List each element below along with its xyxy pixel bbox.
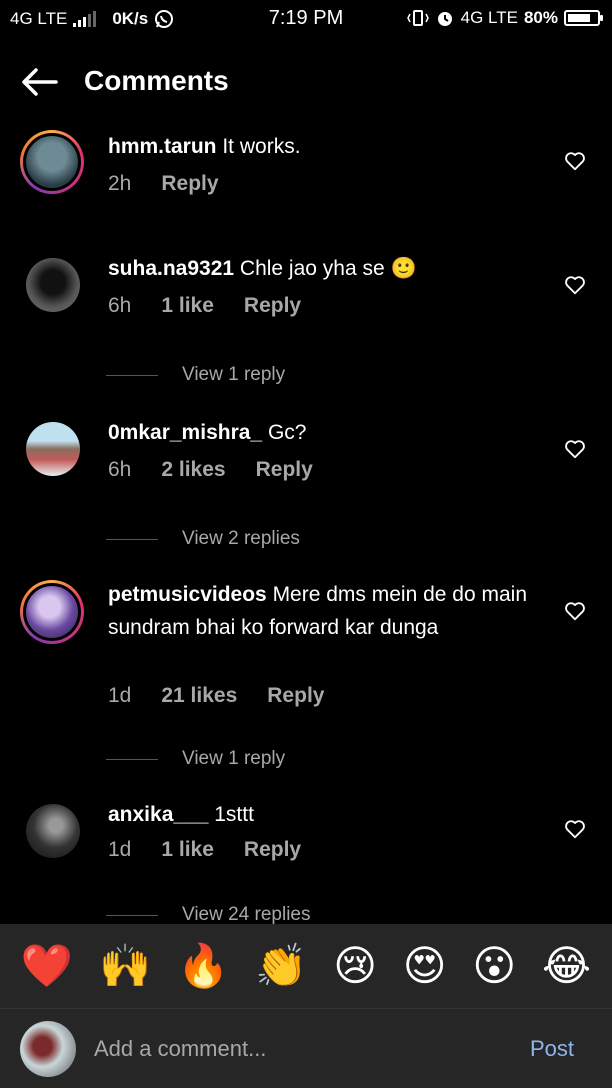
post-button[interactable]: Post <box>530 1036 574 1062</box>
reaction-raising-hands-button[interactable]: 🙌 <box>99 945 151 987</box>
reply-button[interactable]: Reply <box>267 684 324 708</box>
like-heart-icon[interactable] <box>564 274 586 296</box>
comment-text: hmm.tarun It works. <box>108 130 528 163</box>
battery-percent: 80% <box>523 8 558 27</box>
reaction-crying-face-button[interactable]: 😢 <box>333 945 377 987</box>
comment-username[interactable]: suha.na9321 <box>108 257 234 280</box>
like-count[interactable]: 2 likes <box>161 458 225 482</box>
comment-text: petmusicvideos Mere dms mein de do main … <box>108 578 528 644</box>
divider <box>106 538 158 540</box>
comment-username[interactable]: 0mkar_mishra_ <box>108 421 262 444</box>
view-replies-button[interactable]: View 2 replies <box>106 528 300 550</box>
divider <box>106 374 158 376</box>
back-button[interactable] <box>18 60 62 104</box>
comment-meta: 6h 1 like Reply <box>108 294 301 318</box>
like-count[interactable]: 21 likes <box>161 684 237 708</box>
comment-meta: 1d 1 like Reply <box>108 838 301 862</box>
comment-body: Chle jao yha se 🙂 <box>234 257 417 280</box>
avatar[interactable] <box>20 130 84 194</box>
comment-time: 6h <box>108 294 132 317</box>
reply-button[interactable]: Reply <box>244 838 301 862</box>
divider <box>106 758 158 760</box>
comment-username[interactable]: anxika___ <box>108 803 208 826</box>
page-title: Comments <box>84 65 229 96</box>
like-heart-icon[interactable] <box>564 600 586 622</box>
avatar[interactable] <box>26 258 80 312</box>
reply-button[interactable]: Reply <box>256 458 313 482</box>
comment-text: anxika___ 1sttt <box>108 798 528 831</box>
like-count[interactable]: 1 like <box>161 838 214 862</box>
reply-button[interactable]: Reply <box>244 294 301 318</box>
view-replies-button[interactable]: View 24 replies <box>106 904 311 924</box>
like-count[interactable]: 1 like <box>161 294 214 318</box>
avatar[interactable] <box>26 804 80 858</box>
view-replies-label: View 1 reply <box>182 748 286 769</box>
comment-body: 1sttt <box>208 803 254 826</box>
comment-time: 6h <box>108 458 132 481</box>
comment-meta: 6h 2 likes Reply <box>108 458 313 482</box>
add-comment-input[interactable] <box>92 1027 496 1071</box>
reaction-heart-eyes-button[interactable]: 😍 <box>403 945 447 987</box>
view-replies-label: View 24 replies <box>182 904 311 924</box>
avatar[interactable] <box>20 580 84 644</box>
comment-text: suha.na9321 Chle jao yha se 🙂 <box>108 252 528 285</box>
view-replies-button[interactable]: View 1 reply <box>106 748 285 770</box>
current-user-avatar <box>20 1021 76 1077</box>
comment-username[interactable]: hmm.tarun <box>108 135 217 158</box>
vibrate-icon <box>406 10 429 26</box>
battery-icon <box>564 10 603 26</box>
comments-list[interactable]: hmm.tarun It works. 2h Reply suha.na9321… <box>0 124 612 924</box>
comment-meta: 2h Reply <box>108 172 219 196</box>
view-replies-button[interactable]: View 1 reply <box>106 364 285 386</box>
comment-meta: 1d 21 likes Reply <box>108 684 324 708</box>
status-bar: 4G LTE 0K/s 7:19 PM 4G LTE 80% <box>0 0 612 38</box>
comment-text: 0mkar_mishra_ Gc? <box>108 416 528 449</box>
comment-time: 1d <box>108 684 132 707</box>
divider <box>106 914 158 916</box>
view-replies-label: View 2 replies <box>182 528 300 549</box>
network-label-right: 4G LTE <box>460 8 518 27</box>
reaction-heart-button[interactable]: ❤️ <box>21 945 73 987</box>
reaction-surprised-face-button[interactable]: 😮 <box>472 945 516 987</box>
reaction-fire-button[interactable]: 🔥 <box>177 945 229 987</box>
comment-body: Gc? <box>262 421 307 444</box>
reaction-clapping-hands-button[interactable]: 👏 <box>255 945 307 987</box>
like-heart-icon[interactable] <box>564 818 586 840</box>
comment-username[interactable]: petmusicvideos <box>108 583 267 606</box>
comment-time: 1d <box>108 838 132 861</box>
comment-composer: Post <box>0 1008 612 1088</box>
avatar[interactable] <box>26 422 80 476</box>
reply-button[interactable]: Reply <box>161 172 218 196</box>
quick-reactions-bar: ❤️ 🙌 🔥 👏 😢 😍 😮 😂 <box>0 924 612 1008</box>
like-heart-icon[interactable] <box>564 150 586 172</box>
comment-body: It works. <box>216 135 301 158</box>
back-arrow-icon <box>22 68 58 96</box>
reaction-laughing-face-button[interactable]: 😂 <box>542 945 591 987</box>
alarm-icon <box>437 12 452 26</box>
header: Comments <box>0 38 612 124</box>
comment-time: 2h <box>108 172 132 195</box>
like-heart-icon[interactable] <box>564 438 586 460</box>
status-right: 4G LTE 80% <box>406 8 603 28</box>
view-replies-label: View 1 reply <box>182 364 286 385</box>
